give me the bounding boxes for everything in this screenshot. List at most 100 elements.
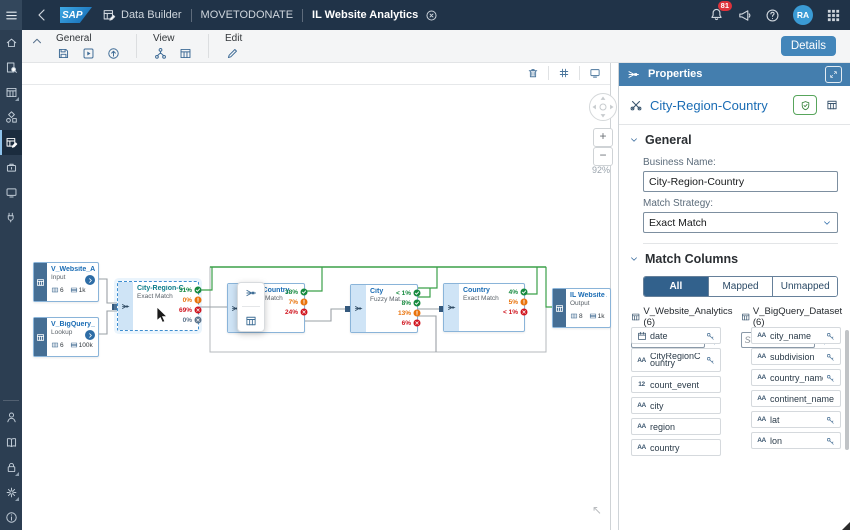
match-strategy-select[interactable]: Exact Match <box>643 212 838 233</box>
zoom-in-button[interactable]: + <box>593 128 613 147</box>
close-tab-icon[interactable] <box>425 9 438 22</box>
tab-mapped[interactable]: Mapped <box>709 277 774 296</box>
column-item-CityRegionCountry[interactable]: AACityRegionCountry <box>631 348 721 372</box>
column-type-icon: AA <box>756 374 767 381</box>
expand-node-button[interactable] <box>85 330 95 340</box>
collapse-toolbar-icon[interactable] <box>30 34 44 48</box>
general-form: Business Name: Match Strategy: Exact Mat… <box>619 157 850 244</box>
column-type-icon: AA <box>756 437 767 444</box>
details-button[interactable]: Details <box>781 36 836 56</box>
ok-icon <box>413 299 421 307</box>
column-item-lat[interactable]: AAlat <box>751 411 841 428</box>
toolbar-table-view-button[interactable] <box>176 45 194 61</box>
match-stat-ok: 8% <box>402 299 421 307</box>
column-item-country_name[interactable]: AAcountry_name <box>751 369 841 386</box>
canvas-delete-button[interactable] <box>524 65 542 81</box>
toolbar-lineage-button[interactable] <box>151 45 169 61</box>
toolbar-save-button[interactable] <box>54 45 72 61</box>
sidebar-item-connections[interactable] <box>0 205 22 230</box>
sidebar-item-home[interactable] <box>0 30 22 55</box>
zoom-out-button[interactable]: − <box>593 147 613 166</box>
match-columns-section-header[interactable]: Match Columns <box>619 244 850 270</box>
window-resize-grip[interactable] <box>842 522 850 530</box>
node-input[interactable]: V_Website_Ana...Input61k <box>33 262 99 302</box>
sidebar-item-assistant[interactable] <box>0 405 22 430</box>
expand-node-button[interactable] <box>85 275 95 285</box>
sidebar-item-monitor[interactable] <box>0 180 22 205</box>
row-count: 100k <box>70 341 93 349</box>
column-item-subdivision[interactable]: AAsubdivision <box>751 348 841 365</box>
preview-icon <box>589 67 601 79</box>
about-icon <box>5 511 18 524</box>
toolbar-edit-button[interactable] <box>223 45 241 61</box>
match-stat-warn: 7% <box>289 298 308 306</box>
column-item-count_event[interactable]: 12count_event <box>631 376 721 393</box>
column-item-lon[interactable]: AAlon <box>751 432 841 449</box>
tab-all[interactable]: All <box>644 277 709 296</box>
sidebar-item-data-access[interactable] <box>0 155 22 180</box>
node-lookup[interactable]: V_BigQuery_Da...Lookup6100k <box>33 317 99 357</box>
product-title[interactable]: Data Builder <box>121 9 182 21</box>
match-stat-warn: 13% <box>398 309 421 317</box>
divider <box>191 9 192 22</box>
sidebar-item-repository[interactable] <box>0 55 22 80</box>
validation-status-button[interactable] <box>793 95 817 115</box>
node-match-stats: 31%0%69%0% <box>179 286 202 324</box>
guide-icon <box>5 436 18 449</box>
string-type-icon: AA <box>757 395 766 402</box>
app-launcher-icon[interactable] <box>826 8 841 23</box>
general-section-header[interactable]: General <box>619 125 850 151</box>
assistant-icon <box>5 411 18 424</box>
key-icon <box>826 353 835 362</box>
canvas-auto-layout-button[interactable] <box>555 65 573 81</box>
business-name-input[interactable] <box>643 171 838 192</box>
columns-icon <box>570 312 578 320</box>
canvas-navigation-pad[interactable] <box>588 92 618 122</box>
column-item-continent_name[interactable]: AAcontinent_name <box>751 390 841 407</box>
column-item-region[interactable]: AAregion <box>631 418 721 435</box>
sidebar-item-data-builder[interactable] <box>0 130 22 155</box>
data-preview-button[interactable] <box>824 97 840 113</box>
sidebar-item-settings[interactable] <box>0 480 22 505</box>
tab-unmapped[interactable]: Unmapped <box>773 277 837 296</box>
notifications-button[interactable]: 81 <box>709 6 724 24</box>
rows-icon <box>589 312 597 320</box>
node-country[interactable]: CountryExact Match4%5%< 1% <box>443 283 525 332</box>
node-city[interactable]: CityFuzzy Mat...< 1%8%13%6% <box>350 284 418 333</box>
node-output[interactable]: IL Website Anal...Output81k <box>552 288 611 328</box>
announcement-icon[interactable] <box>737 8 752 23</box>
table-icon <box>631 312 640 322</box>
panel-scrollbar[interactable] <box>845 330 849 450</box>
toolbar-deploy-button[interactable] <box>104 45 122 61</box>
match-stat-value: 4% <box>509 289 518 296</box>
divider <box>208 34 209 58</box>
sap-datasphere-window: SAP Data Builder MOVETODONATE IL Website… <box>0 0 850 530</box>
back-button[interactable] <box>34 7 50 23</box>
sidebar-item-guide[interactable] <box>0 430 22 455</box>
side-navigation-toggle[interactable] <box>0 0 22 30</box>
sidebar-item-table-builder[interactable] <box>0 80 22 105</box>
node-title: IL Website Anal... <box>570 292 607 299</box>
toolbar-run-button[interactable] <box>79 45 97 61</box>
sidebar-item-about[interactable] <box>0 505 22 530</box>
column-item-date[interactable]: date <box>631 327 721 344</box>
help-icon[interactable] <box>765 8 780 23</box>
data-preview-icon[interactable] <box>245 315 257 327</box>
right-dataset-title: V_BigQuery_Dataset (6) <box>741 306 850 328</box>
column-item-city[interactable]: AAcity <box>631 397 721 414</box>
open-artifact-tab[interactable]: IL Website Analytics <box>312 9 418 21</box>
match-step-icon[interactable] <box>245 287 257 299</box>
node-title: V_BigQuery_Da... <box>51 321 95 328</box>
excluded-icon <box>194 316 202 324</box>
sidebar-item-business-builder[interactable] <box>0 105 22 130</box>
avatar[interactable]: RA <box>793 5 813 25</box>
column-item-city_name[interactable]: AAcity_name <box>751 327 841 344</box>
string-type-icon: AA <box>637 402 646 409</box>
sidebar-item-security[interactable] <box>0 455 22 480</box>
space-name[interactable]: MOVETODONATE <box>201 9 294 21</box>
column-item-country[interactable]: AAcountry <box>631 439 721 456</box>
expand-panel-button[interactable] <box>825 66 842 83</box>
notification-badge: 81 <box>718 1 732 11</box>
canvas-preview-button[interactable] <box>586 65 604 81</box>
shell-actions: 81 RA <box>709 5 850 25</box>
